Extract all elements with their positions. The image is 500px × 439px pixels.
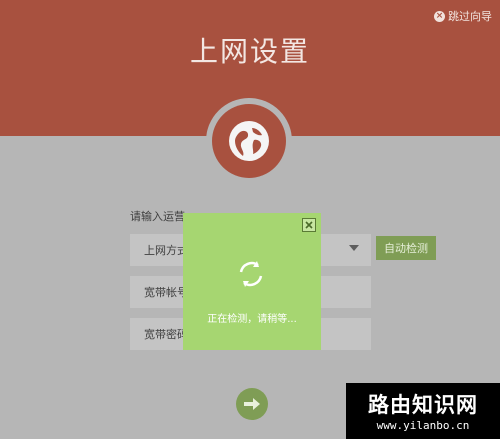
close-icon	[305, 221, 313, 229]
refresh-icon	[239, 261, 263, 287]
watermark-url: www.yilanbo.cn	[376, 419, 470, 432]
detecting-dialog: 正在检测，请稍等...	[183, 213, 321, 350]
close-button[interactable]	[302, 218, 316, 232]
connection-type-label: 上网方式	[144, 244, 188, 257]
broadband-account-label: 宽带帐号	[144, 286, 188, 299]
broadband-password-label: 宽带密码	[144, 328, 188, 341]
page-title: 上网设置	[189, 35, 310, 68]
form-intro-text: 请输入运营	[130, 210, 185, 223]
chevron-down-icon[interactable]	[349, 245, 359, 251]
arrow-right-icon	[244, 398, 260, 410]
auto-detect-button[interactable]: 自动检测	[376, 236, 436, 260]
globe-icon	[229, 121, 269, 161]
next-button[interactable]	[236, 388, 268, 420]
detecting-status-text: 正在检测，请稍等...	[207, 314, 297, 325]
skip-wizard-link[interactable]: × 跳过向导	[434, 8, 492, 24]
watermark-title: 路由知识网	[368, 393, 478, 417]
globe-badge	[206, 98, 292, 184]
skip-wizard-label: 跳过向导	[448, 10, 492, 23]
close-circle-icon: ×	[434, 10, 445, 22]
site-watermark: 路由知识网 www.yilanbo.cn	[346, 383, 500, 439]
